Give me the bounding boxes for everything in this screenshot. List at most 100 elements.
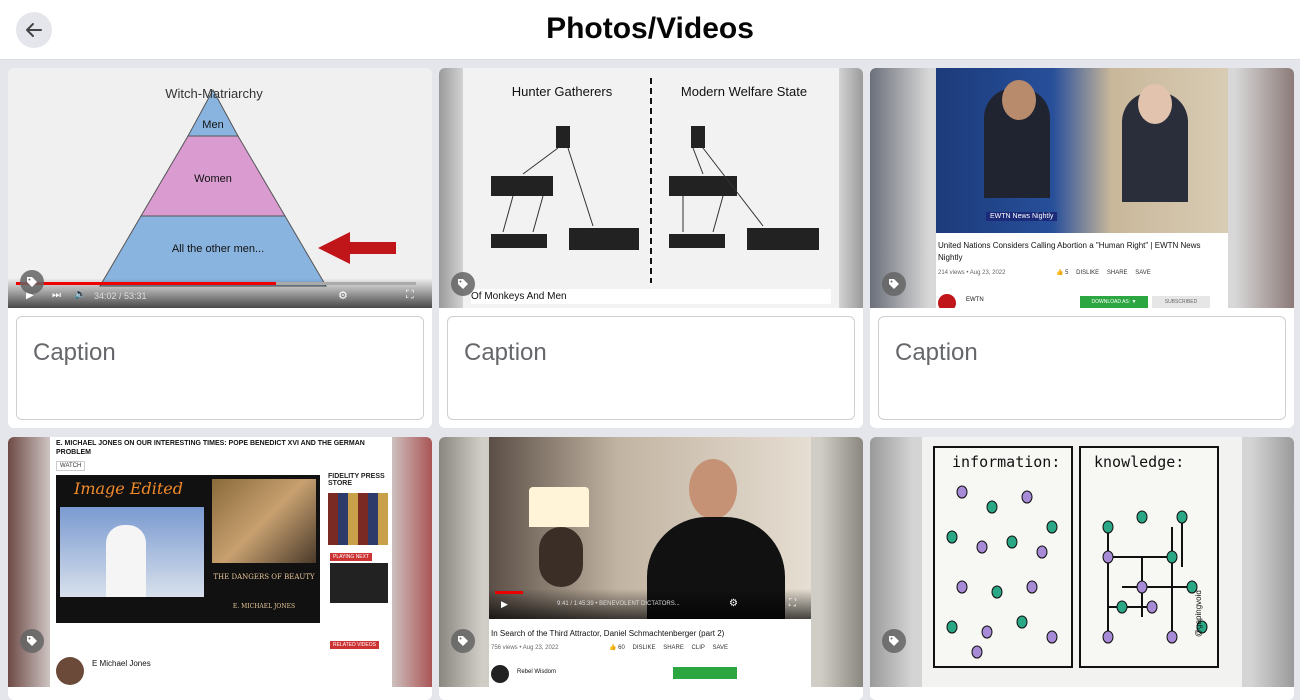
channel-name[interactable]: EWTN xyxy=(966,297,984,303)
population-diagram xyxy=(491,78,819,283)
caption-input[interactable]: Caption xyxy=(16,316,424,420)
sketch-image: information: knowledge: @gapingvoid xyxy=(922,437,1242,687)
diagram-image: Hunter Gatherers Modern Welfare State Of… xyxy=(463,68,839,308)
signature: @gapingvoid xyxy=(1194,590,1203,637)
watch-button[interactable]: WATCH xyxy=(56,461,86,471)
video-screenshot: ▶ 9:41 / 1:45:39 • BENEVOLENT DICTATORS.… xyxy=(489,437,811,687)
playing-next-label: PLAYING NEXT xyxy=(330,553,373,561)
slide-title: Witch-Matriarchy xyxy=(165,86,263,101)
info-knowledge-sketch xyxy=(933,446,1219,668)
sketch-dot xyxy=(976,540,988,554)
sketch-dot xyxy=(946,530,958,544)
diagram-footer: Of Monkeys And Men xyxy=(471,289,831,304)
right-title: knowledge: xyxy=(1094,453,1185,471)
tier-men: Men xyxy=(202,119,224,131)
dislike-button[interactable]: DISLIKE xyxy=(633,645,656,651)
clip-button[interactable]: CLIP xyxy=(692,645,705,651)
save-button[interactable]: SAVE xyxy=(712,645,728,651)
media-thumbnail[interactable]: EWTN News Nightly United Nations Conside… xyxy=(870,68,1294,308)
player-controls: ▶ 9:41 / 1:45:39 • BENEVOLENT DICTATORS.… xyxy=(489,589,811,619)
sketch-dot xyxy=(1046,630,1058,644)
video-frame: ▶ 9:41 / 1:45:39 • BENEVOLENT DICTATORS.… xyxy=(489,437,811,619)
header: Photos/Videos xyxy=(0,0,1300,60)
media-thumbnail[interactable]: ▶ 9:41 / 1:45:39 • BENEVOLENT DICTATORS.… xyxy=(439,437,863,687)
tag-button[interactable] xyxy=(451,629,475,653)
sketch-dot xyxy=(1116,600,1128,614)
tag-button[interactable] xyxy=(882,629,906,653)
article-heading: E. MICHAEL JONES ON OUR INTERESTING TIME… xyxy=(56,440,365,456)
like-icon[interactable]: 👍 xyxy=(609,645,616,651)
settings-icon[interactable]: ⚙ xyxy=(338,289,348,302)
media-thumbnail[interactable]: Witch-Matriarchy Men Women All the other… xyxy=(8,68,432,308)
tier-other-men: All the other men... xyxy=(171,243,265,255)
sketch-dot xyxy=(981,625,993,639)
sketch-dot xyxy=(1102,520,1114,534)
tag-icon xyxy=(889,279,899,289)
fullscreen-icon[interactable]: ⛶ xyxy=(789,598,796,609)
dislike-button[interactable]: DISLIKE xyxy=(1076,270,1099,276)
volume-icon[interactable]: 🔈 xyxy=(74,289,86,300)
play-icon[interactable]: ▶ xyxy=(501,599,508,610)
sketch-dot xyxy=(1176,510,1188,524)
page-title: Photos/Videos xyxy=(546,12,754,45)
tag-icon xyxy=(27,636,37,646)
next-icon[interactable]: ⏭ xyxy=(52,290,61,301)
tag-button[interactable] xyxy=(882,272,906,296)
news-screenshot: EWTN News Nightly United Nations Conside… xyxy=(936,68,1228,308)
channel-name[interactable]: Rebel Wisdom xyxy=(517,669,556,675)
action-row: 👍 5 DISLIKE SHARE SAVE xyxy=(1056,270,1151,276)
left-title: information: xyxy=(952,453,1061,471)
media-thumbnail[interactable]: information: knowledge: @gapingvoid xyxy=(870,437,1294,687)
save-button[interactable]: SAVE xyxy=(1135,270,1151,276)
progress-bar[interactable] xyxy=(16,282,276,285)
download-button[interactable] xyxy=(673,667,737,679)
caption-input[interactable]: Caption xyxy=(447,316,855,420)
media-card-1: Witch-Matriarchy Men Women All the other… xyxy=(8,68,432,428)
sketch-dot xyxy=(1046,520,1058,534)
share-button[interactable]: SHARE xyxy=(1107,270,1128,276)
sketch-dot xyxy=(1016,615,1028,629)
progress-bar[interactable] xyxy=(495,591,523,594)
channel-name[interactable]: E Michael Jones xyxy=(92,659,151,668)
media-card-2: Hunter Gatherers Modern Welfare State Of… xyxy=(439,68,863,428)
media-card-6: information: knowledge: @gapingvoid xyxy=(870,437,1294,700)
news-video-frame: EWTN News Nightly xyxy=(936,68,1228,233)
channel-avatar xyxy=(56,657,84,685)
media-card-5: ▶ 9:41 / 1:45:39 • BENEVOLENT DICTATORS.… xyxy=(439,437,863,700)
tag-button[interactable] xyxy=(451,272,475,296)
caption-input[interactable]: Caption xyxy=(878,316,1286,420)
like-icon[interactable]: 👍 xyxy=(1056,270,1063,276)
share-button[interactable]: SHARE xyxy=(663,645,684,651)
news-badge: EWTN News Nightly xyxy=(986,212,1058,221)
sketch-dot xyxy=(991,585,1003,599)
related-videos-label: RELATED VIDEOS xyxy=(330,641,379,649)
tag-icon xyxy=(458,636,468,646)
sketch-dot xyxy=(946,620,958,634)
book-author: E. MICHAEL JONES xyxy=(232,603,296,610)
book-shelf xyxy=(328,493,388,545)
book-title: THE DANGERS OF BEAUTY xyxy=(213,573,315,581)
media-thumbnail[interactable]: E. MICHAEL JONES ON OUR INTERESTING TIME… xyxy=(8,437,432,687)
video-title: United Nations Considers Calling Abortio… xyxy=(938,241,1201,262)
subscribed-button[interactable]: SUBSCRIBED xyxy=(1152,296,1210,308)
download-button[interactable]: DOWNLOAD AS: ▼ xyxy=(1080,296,1148,308)
sketch-dot xyxy=(1102,550,1114,564)
video-title: In Search of the Third Attractor, Daniel… xyxy=(491,629,725,638)
channel-avatar xyxy=(938,294,956,308)
settings-icon[interactable]: ⚙ xyxy=(729,598,738,609)
sketch-dot xyxy=(956,580,968,594)
media-thumbnail[interactable]: Hunter Gatherers Modern Welfare State Of… xyxy=(439,68,863,308)
tier-women: Women xyxy=(194,173,232,185)
tag-button[interactable] xyxy=(20,629,44,653)
sketch-dot xyxy=(1102,630,1114,644)
sketch-dot xyxy=(956,485,968,499)
time-display: 9:41 / 1:45:39 • BENEVOLENT DICTATORS... xyxy=(557,601,680,607)
sketch-dot xyxy=(1136,580,1148,594)
tag-button[interactable] xyxy=(20,270,44,294)
tag-icon xyxy=(458,279,468,289)
image-edited-label: Image Edited xyxy=(74,479,184,498)
channel-avatar xyxy=(491,665,509,683)
sketch-dot xyxy=(1026,580,1038,594)
pyramid-slide xyxy=(8,68,432,308)
fullscreen-icon[interactable]: ⛶ xyxy=(406,289,414,302)
